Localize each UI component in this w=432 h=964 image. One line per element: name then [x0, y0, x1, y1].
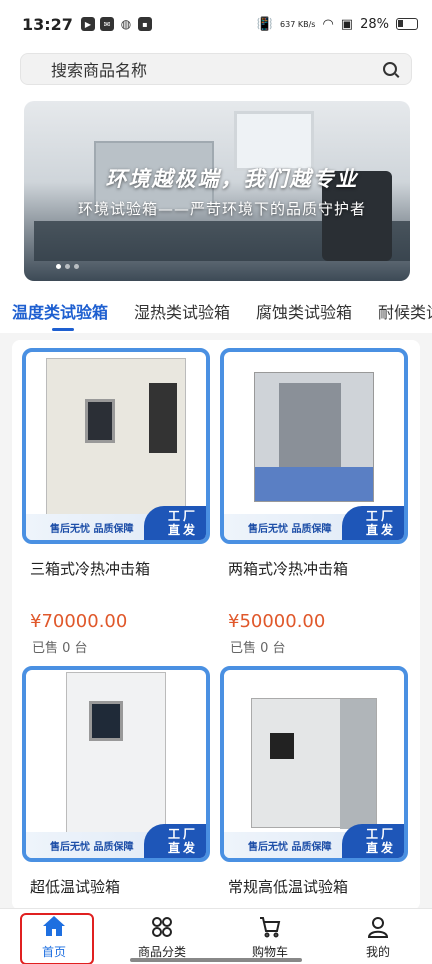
battery-icon: [396, 18, 418, 30]
banner-subtitle: 环境试验箱——严苛环境下的品质守护者: [77, 200, 366, 218]
home-icon: [43, 916, 65, 936]
product-image[interactable]: 售后无忧 品质保障 工厂 直发: [22, 348, 210, 544]
user-icon: [367, 917, 389, 938]
tab-weathering[interactable]: 耐候类试验箱: [378, 291, 432, 323]
search-icon[interactable]: [383, 62, 397, 76]
bottom-tab-bar: 首页 商品分类 购物车 我的: [0, 908, 432, 964]
tabbar-home[interactable]: 首页: [0, 909, 108, 964]
product-card[interactable]: 售后无忧 品质保障 工厂 直发 超低温试验箱: [22, 666, 210, 910]
app-icon: ▪: [137, 17, 152, 31]
grid-icon: [152, 917, 172, 937]
tabbar-mine[interactable]: 我的: [324, 909, 432, 964]
product-price: ¥70000.00: [30, 611, 128, 632]
tab-corrosion[interactable]: 腐蚀类试验箱: [256, 291, 352, 323]
wechat-icon: ◍: [118, 17, 133, 31]
mail-icon: ✉: [99, 17, 114, 31]
product-image[interactable]: 售后无忧 品质保障 工厂 直发: [220, 666, 408, 862]
tabbar-category[interactable]: 商品分类: [108, 909, 216, 964]
product-title[interactable]: 三箱式冷热冲击箱: [30, 558, 210, 579]
search-input[interactable]: 搜索商品名称: [20, 53, 412, 85]
factory-direct-badge: 工厂 直发: [144, 824, 206, 858]
tabbar-mine-label: 我的: [365, 945, 390, 959]
category-tabs: 温度类试验箱 湿热类试验箱 腐蚀类试验箱 耐候类试验箱: [0, 291, 432, 333]
promo-banner[interactable]: 环境越极端，我们越专业 环境试验箱——严苛环境下的品质守护者: [24, 101, 410, 281]
search-placeholder: 搜索商品名称: [51, 61, 148, 80]
product-title[interactable]: 超低温试验箱: [30, 876, 210, 897]
product-sold: 已售 0 台: [230, 641, 286, 656]
product-title[interactable]: 两箱式冷热冲击箱: [228, 558, 408, 579]
tabbar-cart[interactable]: 购物车: [216, 909, 324, 964]
cart-icon: [260, 917, 281, 938]
product-card[interactable]: 售后无忧 品质保障 工厂 直发 常规高低温试验箱: [220, 666, 408, 910]
net-speed: 637 KB/s: [280, 19, 316, 29]
tab-humidity[interactable]: 湿热类试验箱: [134, 291, 230, 323]
notification-app-icon: ▶: [80, 17, 95, 31]
product-price: ¥50000.00: [228, 611, 326, 632]
product-grid: 售后无忧 品质保障 工厂 直发 三箱式冷热冲击箱 ¥70000.00 已售 0 台…: [12, 340, 420, 910]
gesture-bar: [130, 958, 302, 962]
wifi-icon: ◠: [322, 16, 334, 32]
product-sold: 已售 0 台: [32, 641, 88, 656]
factory-direct-badge: 工厂 直发: [144, 506, 206, 540]
status-bar: 13:27 ▶ ✉ ◍ ▪ 📳 637 KB/s ◠ ▣ 28%: [0, 0, 432, 48]
carousel-indicator: [56, 264, 79, 269]
factory-direct-badge: 工厂 直发: [342, 824, 404, 858]
tab-temperature[interactable]: 温度类试验箱: [12, 291, 108, 331]
product-image[interactable]: 售后无忧 品质保障 工厂 直发: [22, 666, 210, 862]
battery-percent: 28%: [360, 16, 389, 32]
product-card[interactable]: 售后无忧 品质保障 工厂 直发 两箱式冷热冲击箱 ¥50000.00 已售 0 台: [220, 348, 408, 660]
product-image[interactable]: 售后无忧 品质保障 工厂 直发: [220, 348, 408, 544]
status-time: 13:27: [22, 14, 73, 34]
tabbar-home-label: 首页: [41, 945, 66, 959]
vibrate-icon: 📳: [256, 16, 274, 32]
factory-direct-badge: 工厂 直发: [342, 506, 404, 540]
product-title[interactable]: 常规高低温试验箱: [228, 876, 408, 897]
sim-icon: ▣: [340, 16, 354, 32]
product-card[interactable]: 售后无忧 品质保障 工厂 直发 三箱式冷热冲击箱 ¥70000.00 已售 0 台: [22, 348, 210, 660]
banner-slogan: 环境越极端，我们越专业: [105, 167, 359, 191]
